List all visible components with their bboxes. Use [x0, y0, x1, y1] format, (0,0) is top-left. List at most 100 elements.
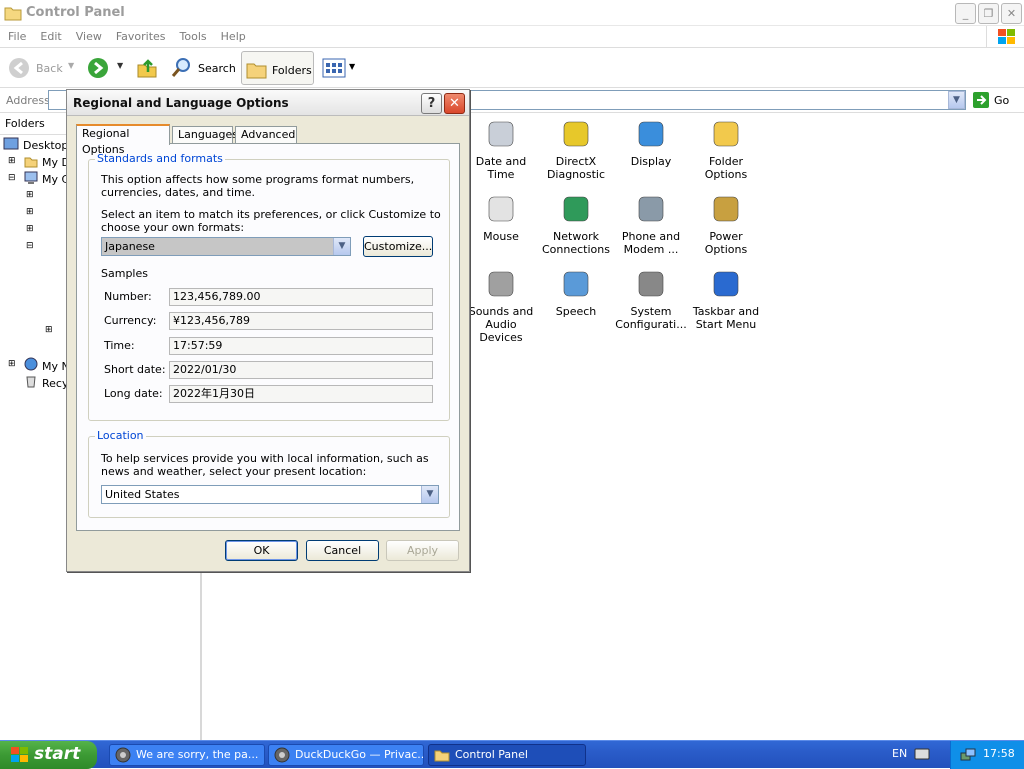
menu-view[interactable]: View: [68, 26, 108, 43]
standards-group: Standards and formats This option affect…: [88, 152, 450, 421]
language-indicator[interactable]: EN: [892, 747, 907, 760]
expand-icon[interactable]: ⊞: [45, 325, 53, 335]
network-tray-icon[interactable]: [960, 747, 976, 763]
back-button[interactable]: Back ▼: [6, 56, 82, 80]
folders-button[interactable]: Folders: [241, 51, 314, 85]
forward-button[interactable]: ▼: [87, 56, 127, 80]
sample-label: Long date:: [104, 387, 163, 400]
chevron-down-icon: ▼: [349, 62, 356, 71]
cp-item-taskbar[interactable]: Taskbar and Start Menu: [687, 267, 765, 331]
up-folder-icon[interactable]: [136, 57, 158, 79]
cp-item-network-connections[interactable]: Network Connections: [537, 192, 615, 256]
regional-language-dialog: Regional and Language Options ? ✕ Region…: [66, 89, 470, 572]
taskbar-icon: [713, 271, 739, 297]
cp-item-sounds[interactable]: Sounds and Audio Devices: [462, 267, 540, 344]
cp-item-label: Display: [630, 155, 672, 168]
cp-item-label: DirectX Diagnostic: [546, 155, 606, 181]
cp-item-label: Power Options: [704, 230, 748, 256]
views-button[interactable]: ▼: [322, 57, 358, 79]
tab-regional-options[interactable]: Regional Options: [76, 124, 170, 156]
cp-item-speech[interactable]: Speech: [537, 267, 615, 318]
close-button[interactable]: ✕: [1001, 3, 1022, 24]
collapse-icon[interactable]: ⊟: [8, 173, 16, 183]
cp-item-system-config[interactable]: System Configurati...: [612, 267, 690, 331]
samples-label: Samples: [101, 267, 148, 280]
clock[interactable]: 17:58: [983, 741, 1015, 767]
search-button[interactable]: Search: [168, 56, 236, 80]
expand-icon[interactable]: ⊞: [26, 207, 34, 217]
cp-item-phone-modem[interactable]: Phone and Modem ...: [612, 192, 690, 256]
keyboard-icon[interactable]: [914, 748, 930, 760]
sample-number: 123,456,789.00: [169, 288, 433, 306]
menu-favorites[interactable]: Favorites: [108, 26, 172, 43]
tab-languages[interactable]: Languages: [172, 126, 238, 144]
forward-arrow-icon: [88, 58, 108, 78]
taskbar-item-active[interactable]: Control Panel: [428, 744, 586, 766]
cp-item-mouse[interactable]: Mouse: [462, 192, 540, 243]
cp-item-label: Date and Time: [475, 155, 527, 181]
windows-logo-icon: [11, 747, 28, 762]
folders-pane-label: Folders: [5, 117, 45, 130]
help-button[interactable]: ?: [421, 93, 442, 114]
menu-edit[interactable]: Edit: [32, 26, 67, 43]
format-select[interactable]: Japanese ▼: [101, 237, 351, 256]
toolbar: Back ▼ ▼ Search Folders ▼: [0, 48, 1024, 88]
dialog-title: Regional and Language Options: [73, 96, 289, 110]
desktop-icon: [3, 137, 19, 150]
menu-file[interactable]: File: [0, 26, 32, 43]
collapse-icon[interactable]: ⊟: [26, 241, 34, 251]
expand-icon[interactable]: ⊞: [26, 224, 34, 234]
cp-item-directx[interactable]: DirectX Diagnostic: [537, 117, 615, 181]
sounds-icon: [488, 271, 514, 297]
chevron-down-icon: ▼: [117, 61, 124, 70]
expand-icon[interactable]: ⊞: [8, 156, 16, 166]
location-select[interactable]: United States ▼: [101, 485, 439, 504]
apply-button[interactable]: Apply: [386, 540, 459, 561]
cp-item-label: Sounds and Audio Devices: [468, 305, 534, 344]
start-button[interactable]: start: [0, 741, 97, 769]
tree-item-recycle-bin[interactable]: Recy: [42, 377, 68, 390]
folder-options-icon: [713, 121, 739, 147]
folder-icon: [246, 63, 267, 79]
tree-item-desktop[interactable]: Desktop: [23, 139, 68, 152]
menu-bar: File Edit View Favorites Tools Help: [0, 26, 1024, 48]
sample-label: Short date:: [104, 363, 166, 376]
taskbar-item[interactable]: DuckDuckGo — Privac...: [268, 744, 424, 766]
date-time-icon: [488, 121, 514, 147]
chevron-down-icon: ▼: [333, 238, 350, 255]
close-button[interactable]: ✕: [444, 93, 465, 114]
dialog-titlebar[interactable]: Regional and Language Options ? ✕: [67, 90, 469, 116]
network-connections-icon: [563, 196, 589, 222]
cp-item-folder-options[interactable]: Folder Options: [687, 117, 765, 181]
speech-icon: [563, 271, 589, 297]
location-group: Location To help services provide you wi…: [88, 429, 450, 518]
cp-item-display[interactable]: Display: [612, 117, 690, 168]
go-button[interactable]: Go: [972, 90, 1018, 110]
cp-item-label: Folder Options: [704, 155, 748, 181]
browser-icon: [115, 747, 131, 763]
menu-help[interactable]: Help: [213, 26, 252, 43]
customize-button[interactable]: Customize...: [363, 236, 433, 257]
menu-tools[interactable]: Tools: [172, 26, 213, 43]
chevron-down-icon: ▼: [68, 61, 75, 70]
cp-item-date-time[interactable]: Date and Time: [462, 117, 540, 181]
ok-button[interactable]: OK: [225, 540, 298, 561]
location-description: To help services provide you with local …: [101, 452, 429, 478]
window-title: Control Panel: [26, 5, 125, 20]
maximize-button[interactable]: ❐: [978, 3, 999, 24]
regional-options-panel: Standards and formats This option affect…: [76, 143, 460, 531]
minimize-button[interactable]: _: [955, 3, 976, 24]
window-titlebar[interactable]: Control Panel _ ❐ ✕: [0, 0, 1024, 26]
cancel-button[interactable]: Cancel: [306, 540, 379, 561]
expand-icon[interactable]: ⊞: [8, 359, 16, 369]
taskbar-item[interactable]: We are sorry, the pa...: [109, 744, 265, 766]
power-options-icon: [713, 196, 739, 222]
tab-advanced[interactable]: Advanced: [235, 126, 297, 144]
system-tray: 17:58: [950, 741, 1024, 769]
address-label: Address: [6, 94, 50, 107]
expand-icon[interactable]: ⊞: [26, 190, 34, 200]
address-dropdown-button[interactable]: ▼: [948, 91, 965, 109]
cp-item-power-options[interactable]: Power Options: [687, 192, 765, 256]
recycle-bin-icon: [26, 376, 36, 388]
cp-item-label: Network Connections: [542, 230, 610, 256]
